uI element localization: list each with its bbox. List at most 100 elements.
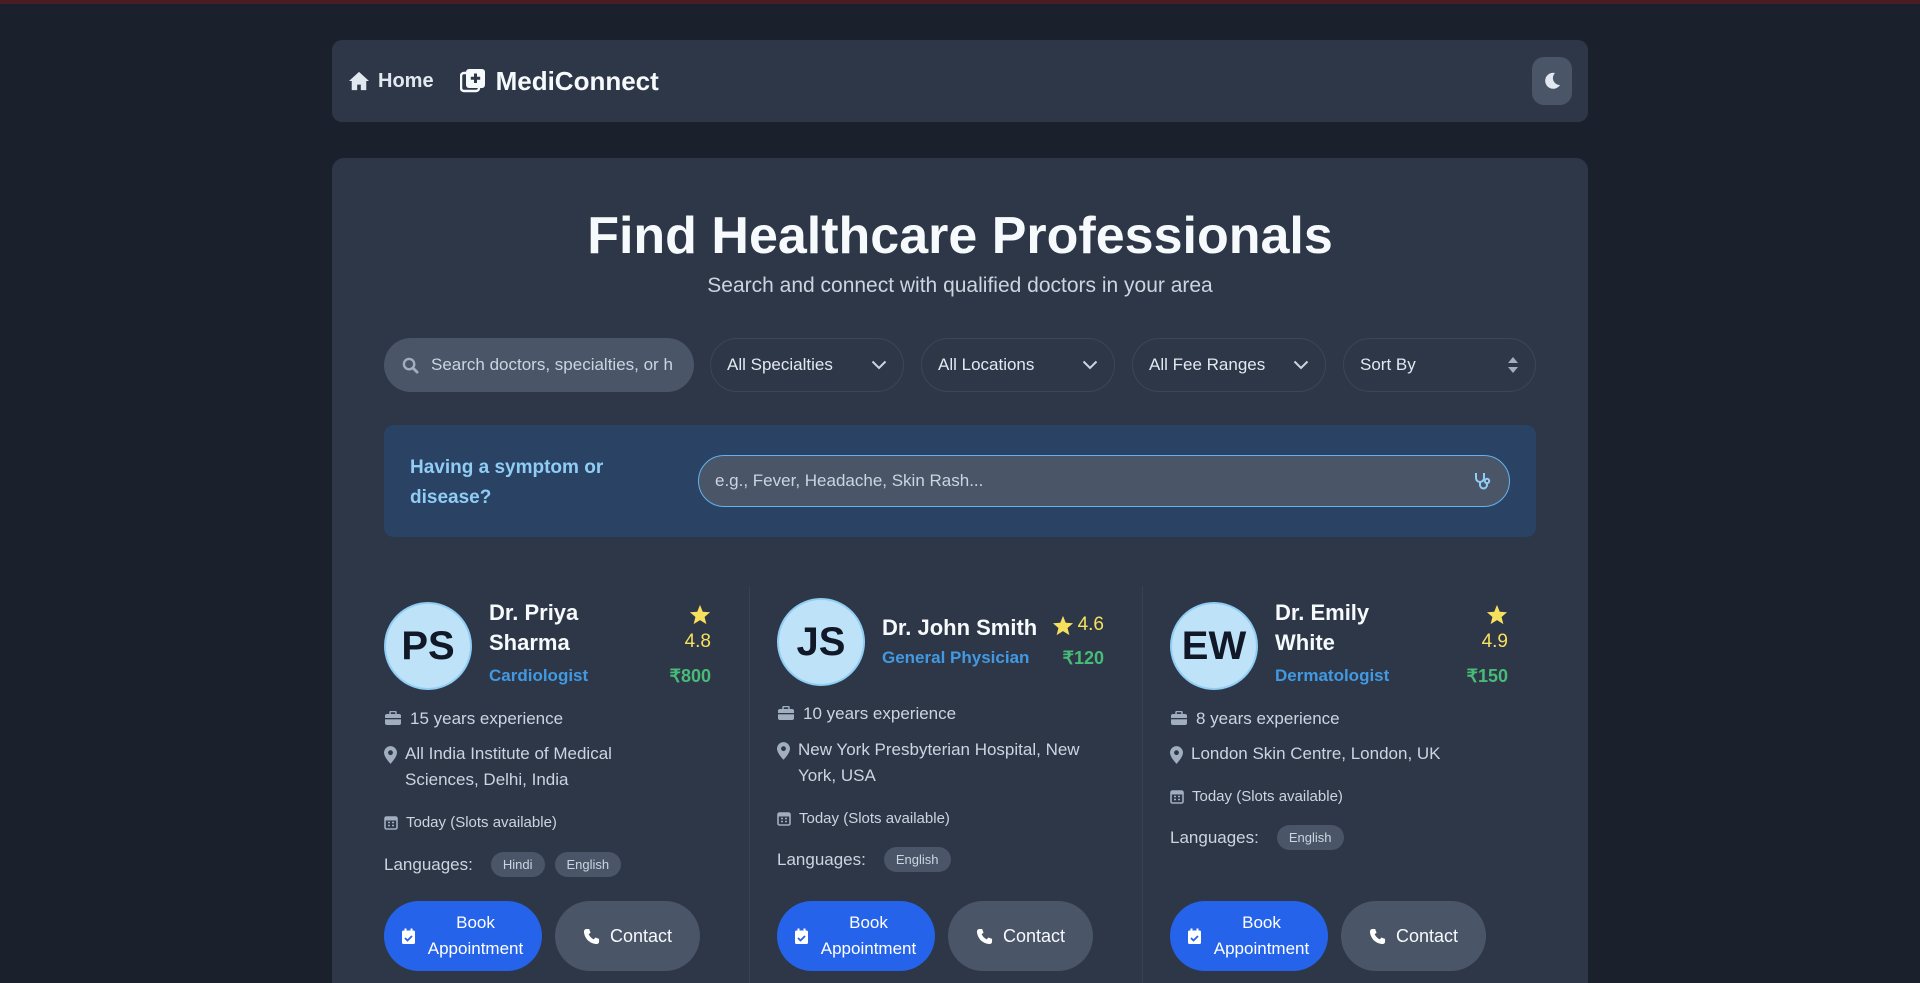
symptom-label: Having a symptom or disease? — [410, 457, 604, 508]
star-icon — [1052, 615, 1073, 635]
filter-bar: All Specialties All Locations All Fee Ra… — [384, 338, 1536, 392]
contact-button[interactable]: Contact — [948, 901, 1093, 971]
experience-text: 15 years experience — [410, 709, 564, 728]
home-link[interactable]: Home — [348, 70, 434, 93]
chevron-down-icon — [871, 360, 887, 370]
navbar: Home MediConnect — [332, 40, 1588, 122]
doctor-card: JS Dr. John Smith General Physician 4.6 … — [777, 586, 1143, 983]
doctor-rating: 4.9 — [1482, 604, 1508, 653]
symptom-input[interactable] — [715, 471, 1473, 491]
contact-button[interactable]: Contact — [1341, 901, 1486, 971]
briefcase-icon — [1171, 711, 1187, 725]
theme-toggle-button[interactable] — [1532, 57, 1572, 105]
languages-label: Languages: — [777, 849, 866, 869]
languages-label: Languages: — [1170, 827, 1259, 847]
symptom-search-section: Having a symptom or disease? — [384, 425, 1536, 537]
book-appointment-label: Book Appointment — [820, 913, 917, 958]
experience-row: 8 years experience — [1170, 706, 1340, 732]
sort-select-value: Sort By — [1360, 355, 1416, 374]
book-appointment-button[interactable]: Book Appointment — [384, 901, 542, 971]
calendar-icon — [777, 812, 791, 826]
availability-text: Today (Slots available) — [799, 810, 950, 827]
location-select[interactable]: All Locations — [921, 338, 1115, 392]
book-appointment-button[interactable]: Book Appointment — [777, 901, 935, 971]
calendar-check-icon — [401, 928, 415, 944]
doctor-name: Dr. Emily White — [1275, 600, 1370, 655]
brand: MediConnect — [459, 65, 659, 97]
experience-text: 8 years experience — [1196, 709, 1340, 728]
languages-row: Languages: Hindi English — [384, 852, 622, 877]
symptom-input-box — [698, 455, 1510, 507]
language-tag: English — [883, 847, 951, 872]
language-tag: Hindi — [490, 852, 545, 877]
rating-value: 4.6 — [1077, 614, 1104, 635]
medical-plus-icon — [459, 69, 485, 93]
book-appointment-button[interactable]: Book Appointment — [1170, 901, 1328, 971]
specialty-select-value: All Specialties — [727, 355, 833, 374]
calendar-check-icon — [1187, 928, 1201, 944]
availability-text: Today (Slots available) — [1192, 788, 1343, 805]
briefcase-icon — [778, 706, 794, 720]
availability-row: Today (Slots available) — [777, 810, 950, 827]
contact-label: Contact — [1002, 925, 1066, 946]
location-text: All India Institute of Medical Sciences,… — [405, 744, 612, 789]
home-label: Home — [378, 69, 434, 92]
contact-label: Contact — [1395, 925, 1459, 946]
languages-row: Languages: English — [1170, 825, 1344, 850]
briefcase-icon — [385, 711, 401, 725]
location-row: New York Presbyterian Hospital, New York… — [777, 737, 1097, 789]
doctor-specialty: General Physician — [882, 648, 1030, 667]
search-icon — [402, 357, 419, 374]
location-text: New York Presbyterian Hospital, New York… — [798, 740, 1080, 785]
location-select-value: All Locations — [938, 355, 1035, 374]
doctor-name: Dr. Priya Sharma — [489, 600, 579, 655]
consultation-fee: ₹150 — [1466, 666, 1508, 686]
book-appointment-label: Book Appointment — [427, 913, 524, 958]
calendar-check-icon — [794, 928, 808, 944]
home-icon — [349, 71, 369, 91]
availability-row: Today (Slots available) — [1170, 788, 1343, 805]
doctor-search-input[interactable] — [431, 355, 681, 375]
stethoscope-icon — [1475, 473, 1491, 490]
doctor-rating: 4.6 — [1052, 614, 1104, 636]
availability-row: Today (Slots available) — [384, 814, 557, 831]
location-row: London Skin Centre, London, UK — [1170, 741, 1490, 767]
consultation-fee: ₹120 — [1062, 648, 1104, 668]
calendar-icon — [1170, 790, 1184, 804]
experience-text: 10 years experience — [803, 704, 957, 723]
chevron-down-icon — [1082, 360, 1098, 370]
map-pin-icon — [384, 746, 397, 764]
brand-name: MediConnect — [495, 65, 659, 96]
languages-label: Languages: — [384, 854, 473, 874]
moon-icon — [1545, 72, 1560, 89]
page-subtitle: Search and connect with qualified doctor… — [707, 274, 1213, 297]
experience-row: 10 years experience — [777, 701, 956, 727]
language-tag: English — [554, 852, 622, 877]
language-tag: English — [1276, 825, 1344, 850]
rating-value: 4.8 — [684, 631, 711, 652]
doctor-name: Dr. John Smith — [882, 615, 1038, 640]
consultation-fee: ₹800 — [669, 666, 711, 686]
map-pin-icon — [1170, 746, 1183, 764]
experience-row: 15 years experience — [384, 706, 563, 732]
top-accent-line — [0, 0, 1920, 4]
doctor-card: PS Dr. Priya Sharma Cardiologist 4.8 ₹80… — [384, 586, 750, 983]
specialty-select[interactable]: All Specialties — [710, 338, 904, 392]
sort-icon — [1508, 357, 1518, 373]
calendar-icon — [384, 816, 398, 830]
contact-button[interactable]: Contact — [555, 901, 700, 971]
languages-row: Languages: English — [777, 847, 951, 872]
contact-label: Contact — [609, 925, 673, 946]
doctor-rating: 4.8 — [685, 604, 711, 653]
location-text: London Skin Centre, London, UK — [1191, 744, 1441, 763]
sort-select[interactable]: Sort By — [1343, 338, 1536, 392]
doctor-specialty: Cardiologist — [489, 666, 589, 685]
avatar: EW — [1170, 602, 1258, 690]
doctor-card: EW Dr. Emily White Dermatologist 4.9 ₹15… — [1170, 586, 1536, 983]
location-row: All India Institute of Medical Sciences,… — [384, 741, 674, 793]
map-pin-icon — [777, 742, 790, 760]
fee-range-select-value: All Fee Ranges — [1149, 355, 1266, 374]
star-icon — [689, 604, 711, 625]
fee-range-select[interactable]: All Fee Ranges — [1132, 338, 1326, 392]
page-title: Find Healthcare Professionals — [587, 207, 1333, 265]
